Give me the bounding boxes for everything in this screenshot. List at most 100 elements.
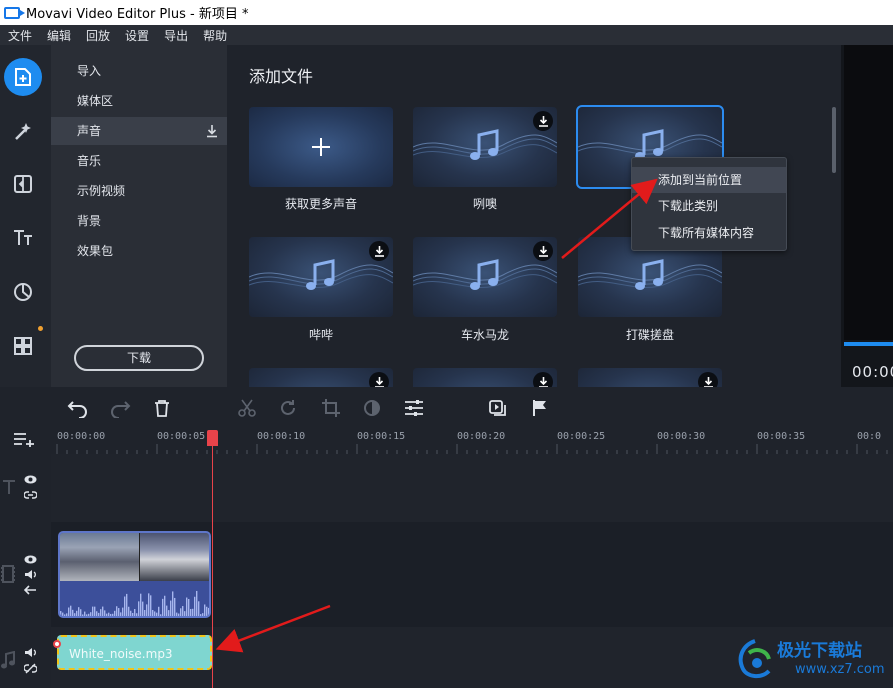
waveform-bar — [180, 608, 182, 616]
waveform-bar — [132, 612, 134, 616]
category-effect-packs[interactable]: 效果包 — [51, 237, 227, 265]
speaker-icon[interactable] — [24, 647, 37, 658]
download-badge[interactable] — [369, 372, 389, 387]
clip-start-handle[interactable] — [53, 640, 61, 648]
transitions-button[interactable] — [4, 165, 42, 203]
ctx-add-to-current-position[interactable]: 添加到当前位置 — [632, 167, 786, 193]
cut-button[interactable] — [236, 397, 258, 419]
speaker-icon[interactable] — [24, 569, 37, 580]
flag-icon — [533, 400, 546, 416]
scissors-icon — [238, 399, 256, 417]
add-files-button[interactable] — [4, 58, 42, 96]
tile-get-more-sounds[interactable] — [249, 107, 393, 187]
rotate-button[interactable] — [277, 397, 299, 419]
content-scrollbar[interactable] — [832, 107, 836, 173]
waveform-bar — [62, 612, 64, 616]
export-clip-icon — [489, 400, 506, 416]
delete-button[interactable] — [151, 397, 173, 419]
download-badge[interactable] — [533, 241, 553, 261]
link-icon[interactable] — [24, 490, 37, 500]
menu-file[interactable]: 文件 — [0, 27, 39, 44]
menu-playback[interactable]: 回放 — [78, 27, 117, 44]
preview-progress[interactable] — [844, 342, 893, 346]
window-title: Movavi Video Editor Plus - 新项目 * — [26, 7, 249, 22]
category-sounds-label: 声音 — [77, 124, 102, 138]
category-media-bin[interactable]: 媒体区 — [51, 87, 227, 115]
unlink-icon[interactable] — [24, 663, 37, 674]
more-tools-button[interactable] — [4, 327, 42, 365]
waveform-bar — [110, 613, 112, 616]
redo-button[interactable] — [109, 397, 131, 419]
waveform-bar — [124, 596, 126, 616]
waveform-bar — [96, 611, 98, 616]
watermark-url: www.xz7.com — [795, 662, 885, 677]
waveform-bar — [60, 611, 62, 616]
waveform-bar — [66, 613, 68, 616]
waveform-bar — [112, 613, 114, 616]
category-import[interactable]: 导入 — [51, 57, 227, 85]
ctx-download-category[interactable]: 下载此类别 — [632, 193, 786, 219]
titles-button[interactable] — [4, 219, 42, 257]
waveform-bar — [116, 606, 118, 616]
tick-label: 00:00:20 — [457, 431, 506, 442]
clip-properties-button[interactable] — [403, 397, 425, 419]
waveform-bar — [76, 610, 78, 616]
tile-sound[interactable] — [249, 368, 393, 387]
waveform-bar — [106, 613, 108, 616]
waveform-bar — [92, 606, 94, 616]
menu-edit[interactable]: 编辑 — [39, 27, 78, 44]
download-badge[interactable] — [533, 111, 553, 131]
timeline-ruler[interactable]: 00:00:00 00:00:05 00:00:10 00:00:15 00:0… — [51, 427, 893, 454]
menu-bar: 文件 编辑 回放 设置 导出 帮助 — [0, 25, 893, 45]
ctx-download-all-media[interactable]: 下载所有媒体内容 — [632, 220, 786, 246]
download-button[interactable]: 下载 — [74, 345, 204, 371]
effects-button[interactable] — [4, 112, 42, 150]
crop-button[interactable] — [320, 397, 342, 419]
category-sounds[interactable]: 声音 — [51, 117, 227, 145]
menu-settings[interactable]: 设置 — [117, 27, 156, 44]
color-adjust-button[interactable] — [361, 397, 383, 419]
waveform-bar — [140, 593, 142, 616]
menu-export[interactable]: 导出 — [156, 27, 195, 44]
tile-sound[interactable] — [578, 368, 722, 387]
export-clip-button[interactable] — [487, 397, 509, 419]
category-backgrounds[interactable]: 背景 — [51, 207, 227, 235]
marker-button[interactable] — [529, 397, 551, 419]
tile-sound[interactable] — [413, 368, 557, 387]
audio-clip[interactable]: White_noise.mp3 — [53, 635, 212, 670]
preview-screen — [844, 45, 893, 340]
rotate-icon — [281, 400, 295, 415]
add-track-icon[interactable] — [13, 431, 35, 447]
waveform-bar — [142, 601, 144, 616]
download-badge[interactable] — [698, 372, 718, 387]
tile-sound[interactable] — [413, 107, 557, 187]
filters-button[interactable] — [4, 273, 42, 311]
download-badge[interactable] — [369, 241, 389, 261]
category-music[interactable]: 音乐 — [51, 147, 227, 175]
playhead-handle[interactable] — [207, 430, 218, 446]
audio-waveform — [60, 590, 209, 616]
music-track-icon — [1, 651, 15, 669]
waveform-bar — [68, 607, 70, 616]
category-sample-videos[interactable]: 示例视频 — [51, 177, 227, 205]
tile-sound[interactable] — [413, 237, 557, 317]
waveform-bar — [90, 612, 92, 616]
download-icon — [538, 377, 548, 387]
arrow-left-icon[interactable] — [24, 585, 37, 595]
eye-icon[interactable] — [24, 475, 37, 484]
preview-panel: 00:00 — [841, 45, 893, 387]
waveform-bar — [202, 613, 204, 616]
waveform-bar — [166, 605, 168, 616]
waveform-bar — [168, 610, 170, 616]
menu-help[interactable]: 帮助 — [195, 27, 234, 44]
download-badge[interactable] — [533, 372, 553, 387]
waveform-bar — [120, 612, 122, 616]
video-clip[interactable] — [58, 531, 211, 618]
eye-icon[interactable] — [24, 555, 37, 564]
undo-button[interactable] — [67, 397, 89, 419]
text-track[interactable] — [51, 454, 893, 522]
preview-time: 00:00 — [852, 363, 893, 381]
tile-sound[interactable] — [249, 237, 393, 317]
video-track-icon — [1, 565, 15, 583]
waveform-bar — [208, 607, 209, 616]
